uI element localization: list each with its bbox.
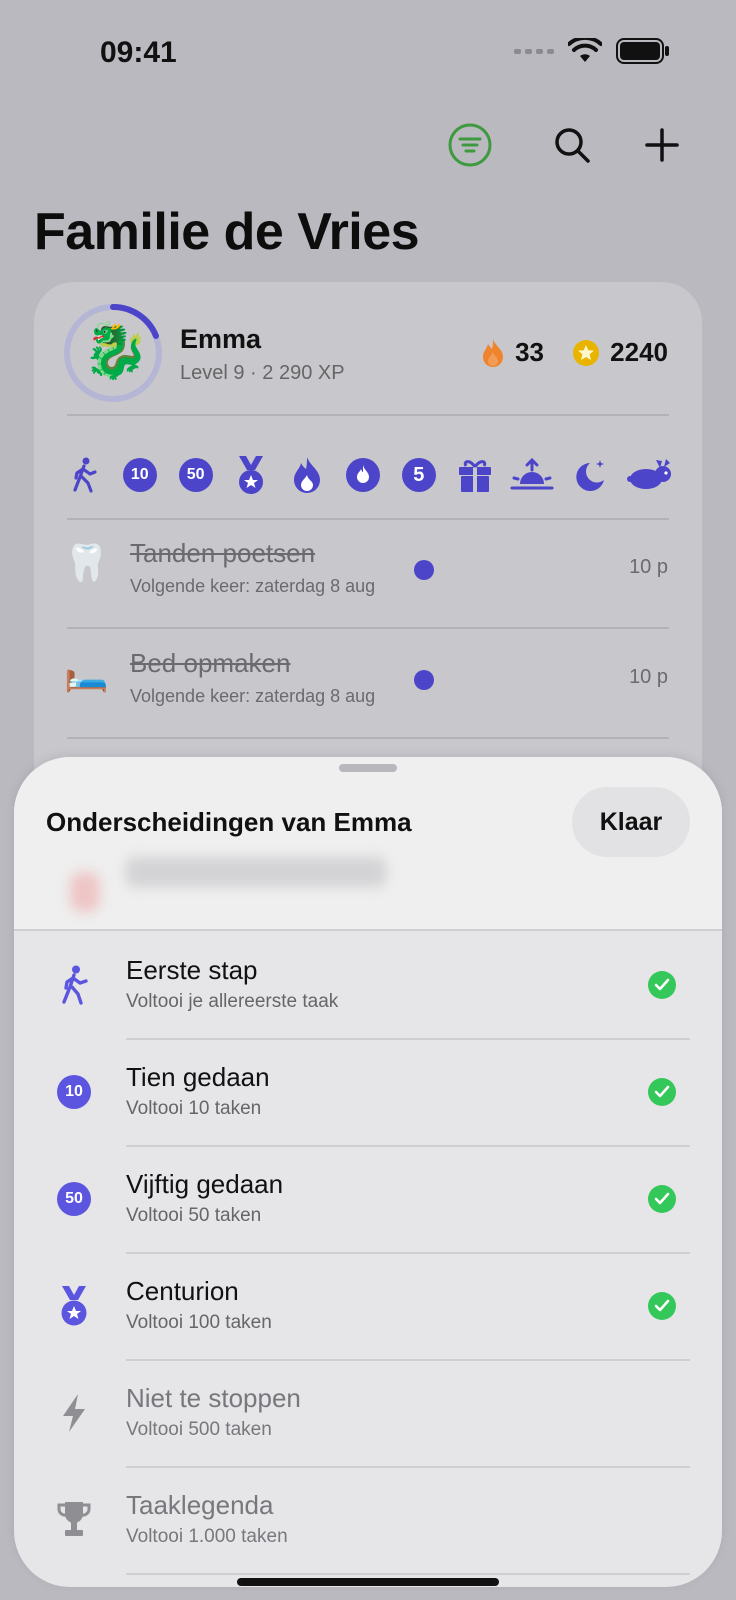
task-done-check-icon (414, 560, 434, 580)
flame-circle-icon (343, 455, 383, 495)
task-title: Bed opmaken (130, 648, 291, 678)
achieved-check-icon (648, 1292, 676, 1320)
badge-50: 50 (176, 455, 216, 495)
achievement-description: Voltooi 500 taken (126, 1419, 272, 1440)
badge-5: 5 (399, 455, 439, 495)
achievement-description: Voltooi 1.000 taken (126, 1526, 288, 1547)
star-coin-icon (573, 339, 600, 366)
achievement-title: Eerste stap (126, 955, 258, 985)
achievement-row: Niet te stoppen Voltooi 500 taken (14, 1361, 722, 1468)
divider (67, 737, 669, 739)
achievement-row: Centurion Voltooi 100 taken (14, 1254, 722, 1361)
add-button[interactable] (632, 115, 692, 175)
streak-value: 33 (515, 337, 544, 367)
sunrise-icon (510, 455, 554, 495)
rabbit-icon (626, 455, 674, 495)
task-points: 10 p (629, 666, 668, 688)
achievements-sheet: Onderscheidingen van Emma Klaar Eerste s… (14, 757, 722, 1587)
achievement-description: Voltooi 10 taken (126, 1098, 262, 1119)
moon-stars-icon (570, 455, 610, 495)
achievement-description: Voltooi 50 taken (126, 1205, 262, 1226)
streak-counter: 33 (481, 337, 544, 368)
wifi-icon (568, 38, 602, 62)
sheet-header: Onderscheidingen van Emma Klaar (14, 757, 722, 931)
blurred-background-content (126, 857, 386, 887)
profile-row[interactable]: 🐉 Emma Level 9 · 2 290 XP 33 2240 (34, 282, 702, 422)
achievement-row: 10 Tien gedaan Voltooi 10 taken (14, 1040, 722, 1147)
toolbar (440, 110, 702, 180)
battery-icon (616, 38, 669, 64)
sheet-title: Onderscheidingen van Emma (46, 807, 412, 837)
task-points: 10 p (629, 556, 668, 578)
medal-icon (54, 1286, 94, 1326)
done-button[interactable]: Klaar (572, 787, 690, 857)
avatar: 🐉 (82, 321, 150, 381)
page-title: Familie de Vries (34, 203, 420, 261)
sheet-grabber[interactable] (339, 764, 397, 772)
task-subtitle: Volgende keer: zaterdag 8 aug (130, 576, 376, 596)
blurred-background-content (70, 872, 100, 912)
task-emoji: 🦷 (64, 542, 109, 583)
status-icons (514, 38, 670, 64)
flame-icon (483, 338, 504, 367)
achievement-row: Taaklegenda Voltooi 1.000 taken (14, 1468, 722, 1575)
home-indicator[interactable] (237, 1578, 499, 1586)
walking-icon (64, 455, 104, 495)
status-time: 09:41 (100, 36, 177, 69)
medal-icon (231, 455, 271, 495)
achievement-description: Voltooi je allereerste taak (126, 991, 339, 1012)
task-subtitle: Volgende keer: zaterdag 8 aug (130, 686, 376, 706)
user-level: Level 9 · 2 290 XP (180, 362, 345, 384)
search-icon (555, 128, 590, 163)
plus-icon (645, 128, 679, 162)
trophy-icon (54, 1500, 94, 1540)
task-row[interactable]: 🛏️ Bed opmaken Volgende keer: zaterdag 8… (34, 624, 702, 732)
filter-icon (448, 123, 492, 167)
achievement-row: Eerste stap Voltooi je allereerste taak (14, 933, 722, 1040)
achieved-check-icon (648, 1185, 676, 1213)
divider (126, 1573, 690, 1575)
achievement-title: Tien gedaan (126, 1062, 270, 1092)
task-title: Tanden poetsen (130, 538, 316, 568)
task-done-check-icon (414, 670, 434, 690)
walking-icon (54, 965, 94, 1005)
coin-value: 2240 (610, 337, 668, 367)
divider (67, 414, 669, 416)
achievement-title: Niet te stoppen (126, 1383, 301, 1413)
achieved-check-icon (648, 971, 676, 999)
search-button[interactable] (542, 115, 602, 175)
flame-icon (287, 455, 327, 495)
task-row[interactable]: 🦷 Tanden poetsen Volgende keer: zaterdag… (34, 514, 702, 622)
status-bar: 09:41 (0, 0, 736, 100)
achievement-title: Centurion (126, 1276, 239, 1306)
badge-row: 10 50 5 (64, 450, 674, 500)
achievement-row: 50 Vijftig gedaan Voltooi 50 taken (14, 1147, 722, 1254)
badge-50-icon: 50 (54, 1179, 94, 1219)
task-emoji: 🛏️ (64, 652, 109, 693)
achievement-title: Taaklegenda (126, 1490, 274, 1520)
achieved-check-icon (648, 1078, 676, 1106)
achievement-title: Vijftig gedaan (126, 1169, 284, 1199)
filter-button[interactable] (440, 115, 500, 175)
badge-10: 10 (120, 455, 160, 495)
bolt-icon (54, 1393, 94, 1433)
coin-counter: 2240 (572, 337, 668, 368)
gift-icon (455, 455, 495, 495)
achievement-description: Voltooi 100 taken (126, 1312, 272, 1333)
cellular-icon (514, 48, 554, 54)
user-name: Emma (180, 324, 262, 354)
badge-10-icon: 10 (54, 1072, 94, 1112)
